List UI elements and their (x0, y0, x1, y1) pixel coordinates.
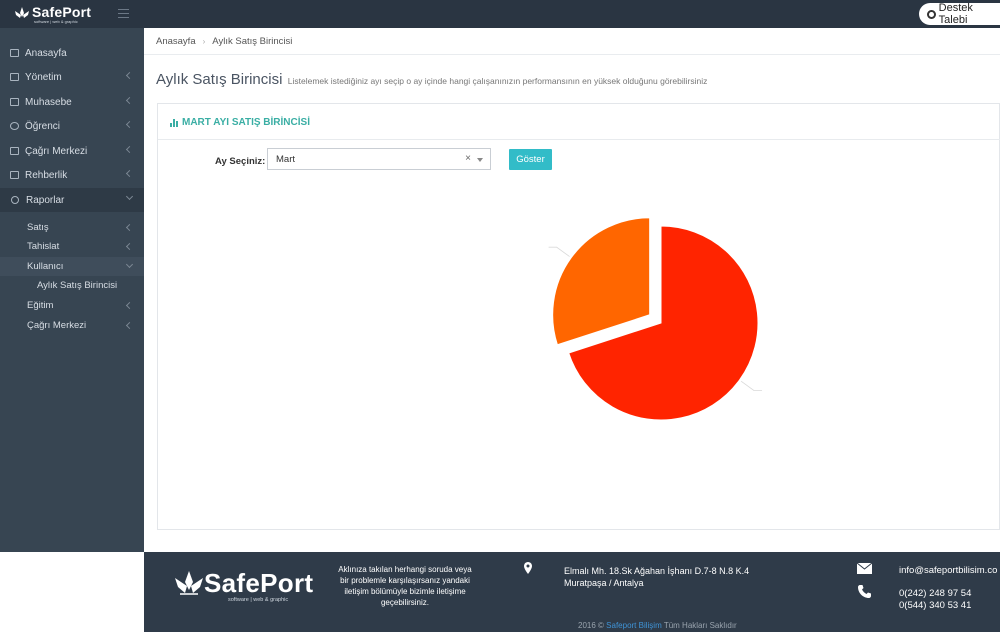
sidebar-item-raporlar[interactable]: Raporlar (0, 188, 144, 212)
chevron-left-icon (125, 169, 134, 178)
student-icon (10, 122, 19, 130)
main-content: Anasayfa › Aylık Satış Birincisi Aylık S… (144, 28, 1000, 552)
home-icon (10, 49, 19, 57)
breadcrumb-home-link[interactable]: Anasayfa (156, 36, 196, 47)
card-title: MART AYI SATIŞ BİRİNCİSİ (170, 117, 310, 128)
divider (144, 54, 1000, 55)
address-line-1: Elmalı Mh. 18.Sk Ağahan İşhanı D.7-8 N.8… (564, 566, 750, 576)
chevron-left-icon (125, 242, 134, 251)
sidebar-item-rehberlik[interactable]: Rehberlik (0, 163, 144, 187)
sidebar-item-label: Rehberlik (25, 169, 68, 181)
sidebar-item-label: Çağrı Merkezi (25, 145, 88, 157)
chevron-left-icon (125, 223, 134, 232)
sidebar-item-cagri-merkezi[interactable]: Çağrı Merkezi (0, 139, 144, 163)
bar-chart-icon (170, 118, 179, 127)
sidebar-subitem-label: Kullanıcı (27, 261, 64, 272)
sidebar-item-muhasebe[interactable]: Muhasebe (0, 90, 144, 114)
logo-subtitle: software | web & graphic (34, 19, 78, 24)
chevron-down-icon (125, 192, 134, 201)
card-header: MART AYI SATIŞ BİRİNCİSİ (158, 104, 1000, 140)
sidebar-subitem-cagri-merkezi[interactable]: Çağrı Merkezi (0, 316, 144, 335)
support-request-button[interactable]: Destek Talebi (919, 2, 1000, 26)
footer-phone-1: 0(242) 248 97 54 (899, 588, 972, 599)
building-icon (10, 73, 19, 81)
footer-help-text: Aklınıza takılan herhangi soruda veya bi… (338, 565, 472, 607)
report-card: MART AYI SATIŞ BİRİNCİSİ Ay Seçiniz: Mar… (157, 103, 1000, 530)
chevron-left-icon (125, 301, 134, 310)
sidebar-item-yonetim[interactable]: Yönetim (0, 65, 144, 89)
sidebar-subitem-egitim[interactable]: Eğitim (0, 296, 144, 315)
footer-email[interactable]: info@safeportbilisim.co (899, 565, 997, 576)
breadcrumb: Anasayfa › Aylık Satış Birincisi (156, 36, 292, 47)
app-logo[interactable]: SafePort software | web & graphic (14, 4, 94, 26)
sidebar-subitem-label: Tahislat (27, 241, 60, 252)
mail-icon (857, 563, 872, 574)
sidebar-subitem-label: Çağrı Merkezi (27, 320, 87, 331)
page-title-text: Aylık Satış Birincisi (156, 71, 283, 88)
sidebar-subitem-satis[interactable]: Satış (0, 218, 144, 237)
search-icon (11, 196, 19, 204)
chevron-down-icon (125, 260, 134, 269)
sidebar-subitem-tahislat[interactable]: Tahislat (0, 237, 144, 256)
pie-leader-line-2 (548, 246, 570, 257)
sidebar-subitem-aylik-satis-birincisi[interactable]: Aylık Satış Birincisi (0, 276, 144, 295)
footer-logo-text: SafePort (204, 568, 314, 598)
sidebar-subitem-kullanici[interactable]: Kullanıcı (0, 257, 144, 276)
breadcrumb-current: Aylık Satış Birincisi (212, 36, 293, 47)
top-bar: SafePort software | web & graphic Destek… (0, 0, 1000, 28)
copyright-brand-link[interactable]: Safeport Bilişim (606, 621, 662, 630)
sidebar-item-label: Raporlar (26, 194, 65, 206)
pie-slice-2[interactable] (552, 217, 651, 346)
map-pin-icon (524, 562, 532, 574)
copyright-year: 2016 © (578, 621, 604, 630)
support-label: Destek Talebi (938, 2, 973, 26)
copyright-text: Tüm Hakları Saklıdır (663, 621, 737, 630)
page-title: Aylık Satış Birincisi Listelemek istediğ… (156, 71, 707, 88)
lotus-logo-icon (175, 571, 203, 595)
sidebar-item-label: Anasayfa (25, 47, 67, 59)
footer-logo[interactable]: SafePort software | web & graphic (174, 566, 314, 606)
lifebuoy-icon (927, 9, 936, 19)
footer: SafePort software | web & graphic Aklını… (144, 552, 1000, 632)
address-line-2: Muratpaşa / Antalya (564, 578, 644, 588)
sidebar-item-label: Öğrenci (25, 120, 61, 132)
chevron-left-icon (125, 120, 134, 129)
sidebar-item-anasayfa[interactable]: Anasayfa (0, 41, 144, 65)
page-subtitle: Listelemek istediğiniz ayı seçip o ay iç… (287, 76, 708, 86)
call-center-icon (10, 147, 19, 155)
logo-text: SafePort (32, 4, 92, 20)
guidance-icon (10, 171, 19, 179)
sidebar-subitem-label: Eğitim (27, 300, 54, 311)
pie-leader-line-1 (740, 380, 763, 391)
menu-toggle-icon[interactable] (118, 9, 129, 18)
chevron-left-icon (125, 145, 134, 154)
chevron-left-icon (125, 96, 134, 105)
copyright: 2016 © Safeport Bilişim Tüm Hakları Sakl… (578, 621, 737, 630)
footer-address: Elmalı Mh. 18.Sk Ağahan İşhanı D.7-8 N.8… (564, 565, 749, 589)
sidebar-subitem-label: Aylık Satış Birincisi (37, 280, 118, 291)
footer-phone-2: 0(544) 340 53 41 (899, 600, 972, 611)
money-icon (10, 98, 19, 106)
card-title-text: MART AYI SATIŞ BİRİNCİSİ (182, 117, 310, 128)
sidebar-item-label: Yönetim (25, 71, 62, 83)
lotus-logo-icon (15, 7, 29, 18)
chevron-left-icon (125, 321, 134, 330)
sidebar-item-label: Muhasebe (25, 96, 72, 108)
sidebar: Anasayfa Yönetim Muhasebe Öğrenci Çağrı … (0, 28, 144, 552)
chevron-left-icon (125, 71, 134, 80)
sidebar-item-ogrenci[interactable]: Öğrenci (0, 114, 144, 138)
sidebar-subitem-label: Satış (27, 222, 49, 233)
footer-logo-subtitle: software | web & graphic (228, 597, 289, 603)
breadcrumb-separator-icon: › (202, 37, 206, 46)
phone-icon (858, 585, 871, 598)
pie-chart (548, 217, 763, 421)
